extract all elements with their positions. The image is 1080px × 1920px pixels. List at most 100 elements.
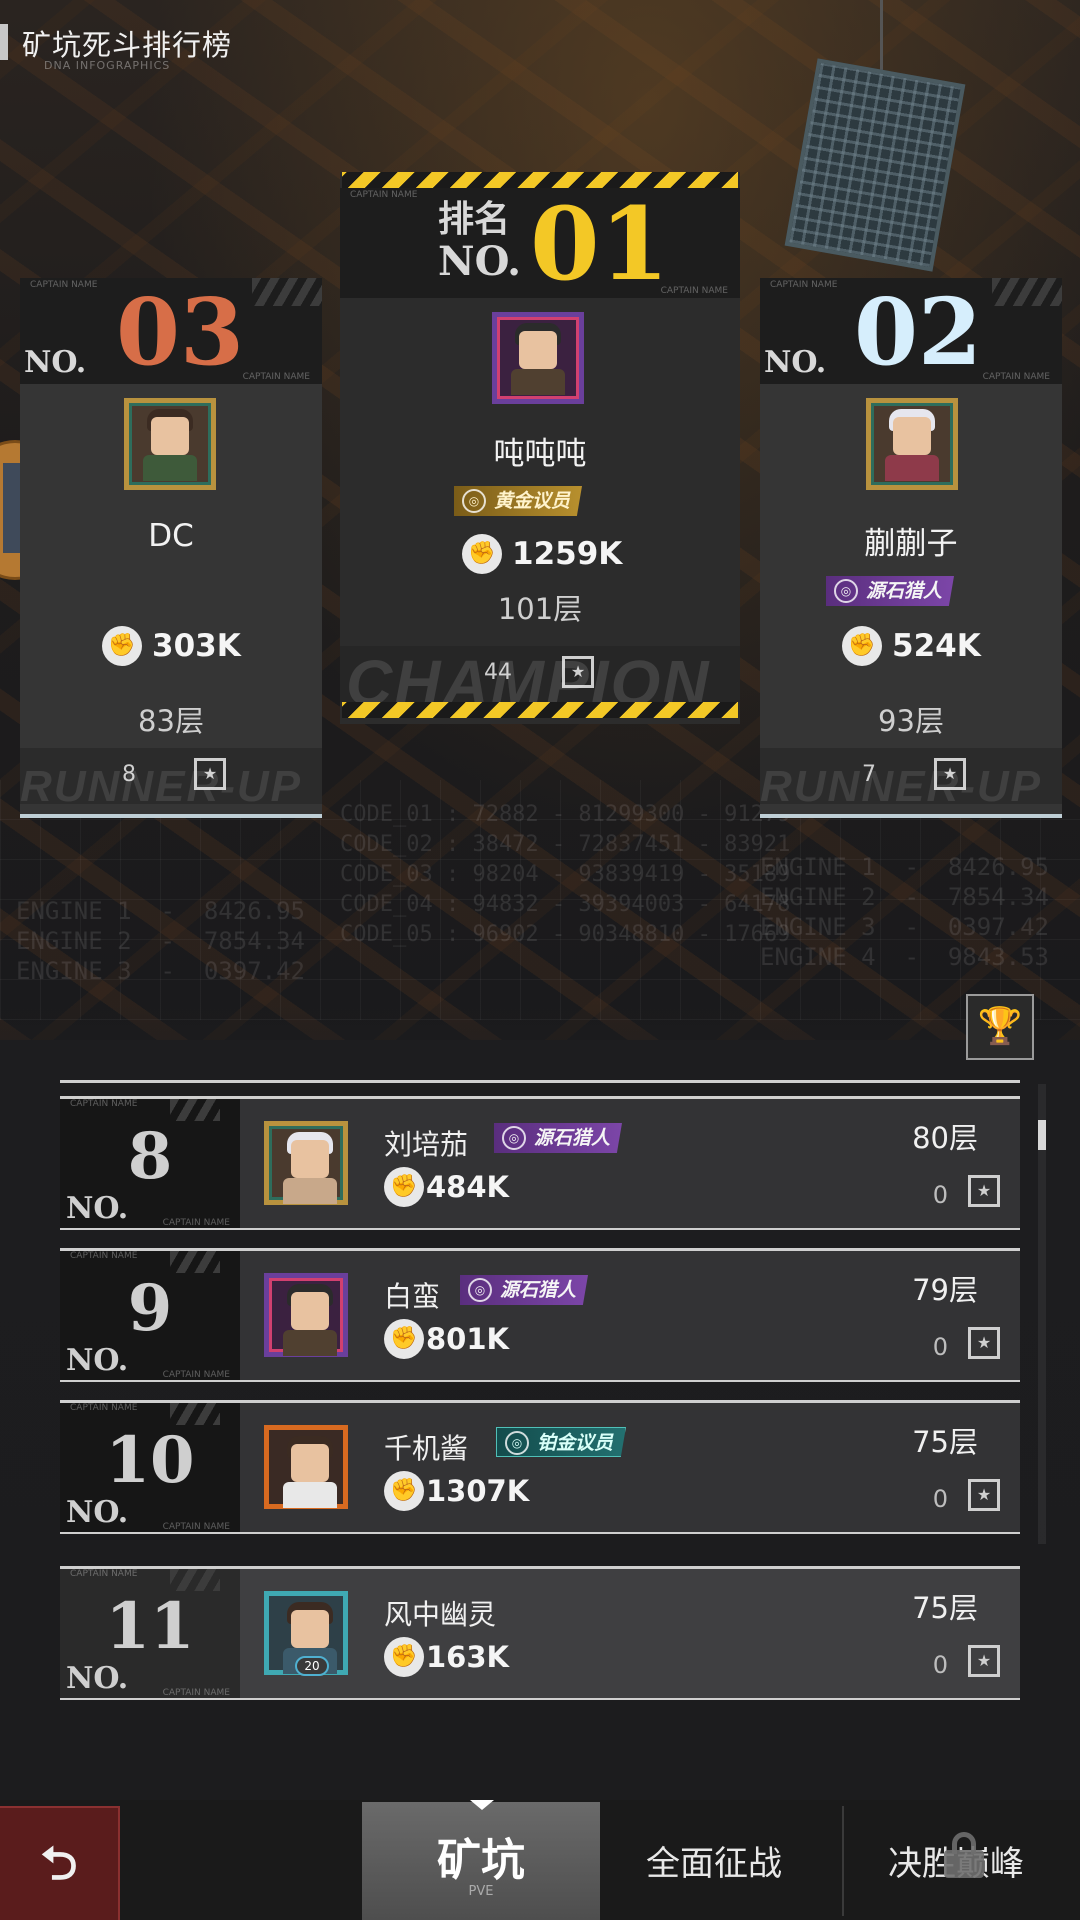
like-icon[interactable]: ★ [968, 1479, 1000, 1511]
leaderboard-row[interactable]: CAPTAIN NAME 9 NO. CAPTAIN NAME 白蛮 ◎ 源石猎… [60, 1248, 1020, 1382]
tab-full-conquest[interactable]: 全面征战 [646, 1836, 782, 1885]
floor-value: 83层 [138, 704, 204, 738]
back-button[interactable]: ⮌ [0, 1806, 120, 1920]
trophy-icon: 🏆 [977, 1006, 1023, 1047]
row-rank-block: CAPTAIN NAME 9 NO. CAPTAIN NAME [60, 1251, 240, 1380]
no-label: NO. [66, 1661, 129, 1696]
captain-label: CAPTAIN NAME [770, 280, 838, 290]
power-display: ✊ 1259K [462, 534, 622, 574]
card-header: CAPTAIN NAME 排名 NO. 01 CAPTAIN NAME [340, 188, 740, 298]
floor-value: 101层 [497, 592, 583, 626]
podium-card-second[interactable]: CAPTAIN NAME NO. 02 CAPTAIN NAME 蒯蒯子 ◎ 源… [760, 278, 1062, 818]
trophy-button[interactable]: 🏆 [966, 994, 1034, 1060]
power-value: 801K [426, 1322, 510, 1356]
lamp-rope [880, 0, 883, 80]
player-name: 蒯蒯子 [864, 526, 958, 562]
captain-label: CAPTAIN NAME [162, 1522, 230, 1532]
captain-label: CAPTAIN NAME [70, 1099, 138, 1109]
engine-right-decoration: ENGINE 1 - 8426.95 ENGINE 2 - 7854.34 EN… [760, 853, 1049, 971]
like-icon[interactable]: ★ [968, 1645, 1000, 1677]
captain-label: CAPTAIN NAME [982, 372, 1050, 382]
title-badge: ◎ 源石猎人 [460, 1275, 589, 1305]
power-display: ✊ 1307K [384, 1471, 529, 1511]
captain-label: CAPTAIN NAME [162, 1370, 230, 1380]
floor-value: 75层 [912, 1425, 978, 1459]
captain-label: CAPTAIN NAME [350, 190, 418, 200]
level-badge: 20 [295, 1656, 329, 1676]
title-badge: ◎ 源石猎人 [826, 576, 955, 606]
floor-value: 93层 [878, 704, 944, 738]
captain-label: CAPTAIN NAME [70, 1251, 138, 1261]
power-display: ✊ 484K [384, 1167, 509, 1207]
player-avatar[interactable] [866, 398, 958, 490]
stripe-decoration [992, 278, 1062, 306]
badge-icon: ◎ [468, 1278, 492, 1302]
captain-label: CAPTAIN NAME [242, 372, 310, 382]
badge-label: 源石猎人 [534, 1127, 611, 1149]
row-rank-block: CAPTAIN NAME 10 NO. CAPTAIN NAME [60, 1403, 240, 1532]
row-rank-number: 8 [127, 1119, 173, 1194]
player-avatar[interactable] [264, 1425, 348, 1509]
player-avatar[interactable] [124, 398, 216, 490]
runnerup-watermark: RUNNER-UP [20, 762, 302, 811]
badge-icon: ◎ [834, 579, 858, 603]
player-name: 白蛮 [384, 1280, 441, 1313]
badge-icon: ◎ [502, 1126, 526, 1150]
player-avatar[interactable]: 20 [264, 1591, 348, 1676]
fist-icon: ✊ [384, 1319, 424, 1359]
tab-label: 矿坑 [437, 1835, 525, 1886]
row-rank-block: CAPTAIN NAME 8 NO. CAPTAIN NAME [60, 1099, 240, 1228]
card-header: CAPTAIN NAME NO. 03 CAPTAIN NAME [20, 278, 322, 384]
scrollbar-thumb[interactable] [1038, 1120, 1046, 1150]
tab-mine[interactable]: 矿坑 PVE [362, 1800, 600, 1920]
badge-label: 源石猎人 [866, 580, 943, 602]
like-count: 0 [932, 1651, 948, 1679]
like-icon[interactable]: ★ [968, 1175, 1000, 1207]
no-label: NO. [24, 345, 87, 380]
badge-label: 黄金议员 [494, 490, 571, 512]
podium-card-first[interactable]: CAPTAIN NAME 排名 NO. 01 CAPTAIN NAME 吨吨吨 … [340, 172, 740, 724]
fist-icon: ✊ [842, 626, 882, 666]
engine-left-decoration: ENGINE 1 - 8426.95 ENGINE 2 - 7854.34 EN… [16, 897, 305, 985]
like-icon[interactable]: ★ [968, 1327, 1000, 1359]
rank-number: 02 [854, 278, 983, 386]
fist-icon: ✊ [384, 1471, 424, 1511]
leaderboard-row-self[interactable]: CAPTAIN NAME 11 NO. CAPTAIN NAME 20 风中幽灵… [60, 1566, 1020, 1700]
rank-number: 03 [116, 278, 245, 386]
player-avatar[interactable] [492, 312, 584, 404]
no-label: NO. [66, 1495, 129, 1530]
player-avatar[interactable] [264, 1121, 348, 1205]
card-header: CAPTAIN NAME NO. 02 CAPTAIN NAME [760, 278, 1062, 384]
stripe-decoration [252, 278, 322, 306]
rank-number: 01 [530, 185, 670, 303]
captain-label: CAPTAIN NAME [70, 1403, 138, 1413]
like-count: 0 [932, 1181, 948, 1209]
leaderboard-row[interactable]: CAPTAIN NAME 10 NO. CAPTAIN NAME 千机酱 ◎ 铂… [60, 1400, 1020, 1534]
badge-icon: ◎ [505, 1431, 529, 1455]
like-count: 0 [932, 1485, 948, 1513]
floor-value: 75层 [912, 1591, 978, 1625]
list-scrollbar[interactable] [1038, 1084, 1046, 1544]
stripe-decoration [170, 1099, 220, 1121]
fist-icon: ✊ [102, 626, 142, 666]
podium-card-third[interactable]: CAPTAIN NAME NO. 03 CAPTAIN NAME DC ✊ 30… [20, 278, 322, 818]
captain-label: CAPTAIN NAME [70, 1569, 138, 1579]
title-badge: ◎ 铂金议员 [496, 1427, 627, 1457]
no-label: NO. [66, 1191, 129, 1226]
power-value: 1307K [426, 1474, 530, 1508]
floor-value: 79层 [912, 1273, 978, 1307]
power-display: ✊ 303K [102, 626, 241, 666]
title-badge: ◎ 黄金议员 [454, 486, 583, 516]
badge-icon: ◎ [462, 489, 486, 513]
title-badge: ◎ 源石猎人 [494, 1123, 623, 1153]
badge-label: 铂金议员 [537, 1432, 614, 1454]
power-value: 1259K [512, 536, 623, 572]
player-avatar[interactable] [264, 1273, 348, 1357]
power-value: 163K [426, 1640, 510, 1674]
power-value: 524K [892, 628, 981, 664]
leaderboard-row[interactable]: CAPTAIN NAME 8 NO. CAPTAIN NAME 刘培茄 ◎ 源石… [60, 1096, 1020, 1230]
row-rank-number: 10 [105, 1423, 195, 1498]
like-count: 0 [932, 1333, 948, 1361]
fist-icon: ✊ [384, 1637, 424, 1677]
lock-icon [944, 1832, 984, 1878]
